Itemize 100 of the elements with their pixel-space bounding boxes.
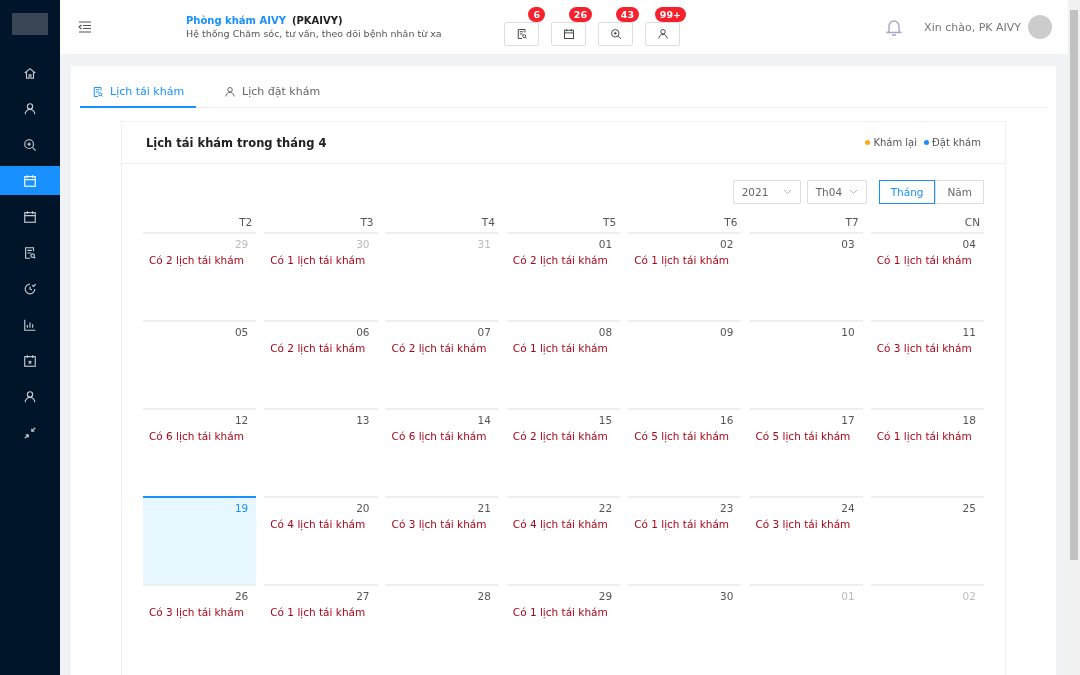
day-cell[interactable]: 08 Có 1 lịch tái khám [506,320,621,408]
appointment-count[interactable]: Có 1 lịch tái khám [270,606,370,618]
appointment-count[interactable]: Có 3 lịch tái khám [876,342,976,354]
clinic-name: Phòng khám AIVY [186,15,286,26]
day-number: 12 [234,414,249,426]
day-cell[interactable]: 29 Có 2 lịch tái khám [143,232,257,320]
day-cell[interactable]: 30 [628,584,742,672]
day-number: 13 [356,414,370,426]
zoom-in-icon [609,28,622,40]
tab[interactable]: Lịch đặt khám [212,80,333,108]
day-cell[interactable]: 24 Có 3 lịch tái khám [749,496,863,584]
weekday-label: CN [963,215,981,230]
appointment-count[interactable]: Có 1 lịch tái khám [634,254,734,266]
day-cell[interactable]: 05 [143,320,257,408]
day-cell[interactable]: 22 Có 4 lịch tái khám [506,496,621,584]
appointment-count[interactable]: Có 3 lịch tái khám [755,518,855,530]
chevron-down-icon [848,189,858,195]
day-cell[interactable]: 23 Có 1 lịch tái khám [628,496,742,584]
count-badge: 43 [615,7,639,22]
day-cell[interactable]: 18 Có 1 lịch tái khám [870,408,984,496]
day-cell[interactable]: 16 Có 5 lịch tái khám [628,408,742,496]
scrollbar-thumb[interactable] [1070,10,1078,560]
day-number: 10 [841,326,855,338]
legend-label: Khám lại [873,137,917,148]
user-icon [656,28,669,40]
day-cell[interactable]: 17 Có 5 lịch tái khám [749,408,863,496]
clinic-code: (PKAIVY) [291,15,343,26]
day-cell[interactable]: 02 Có 1 lịch tái khám [628,232,742,320]
day-cell[interactable]: 26 Có 3 lịch tái khám [143,584,257,672]
appointment-count[interactable]: Có 1 lịch tái khám [270,254,370,266]
appointment-count[interactable]: Có 6 lịch tái khám [391,430,491,442]
document-search-icon [23,245,37,260]
day-cell[interactable]: 21 Có 3 lịch tái khám [385,496,499,584]
day-cell[interactable]: 07 Có 2 lịch tái khám [385,320,499,408]
day-number: 03 [841,238,855,250]
user-icon [23,101,37,116]
day-number: 23 [720,502,734,514]
month-select[interactable]: Th04 [806,180,867,204]
appointment-count[interactable]: Có 2 lịch tái khám [149,254,249,266]
day-cell[interactable]: 29 Có 1 lịch tái khám [506,584,621,672]
weekday-label: T2 [238,215,254,230]
legend-label: Đặt khám [932,137,981,148]
day-cell[interactable]: 10 [749,320,863,408]
appointment-count[interactable]: Có 4 lịch tái khám [270,518,370,530]
day-cell[interactable]: 14 Có 6 lịch tái khám [385,408,499,496]
appointment-count[interactable]: Có 3 lịch tái khám [391,518,491,530]
bell-icon[interactable] [886,18,903,36]
appointment-count[interactable]: Có 1 lịch tái khám [512,606,613,618]
day-number: 30 [720,590,734,602]
day-number: 04 [962,238,976,250]
appointment-count[interactable]: Có 1 lịch tái khám [876,254,976,266]
appointment-count[interactable]: Có 6 lịch tái khám [149,430,249,442]
day-number: 14 [477,414,491,426]
day-cell[interactable]: 25 [870,496,984,584]
appointment-count[interactable]: Có 4 lịch tái khám [512,518,613,530]
appointment-count[interactable]: Có 2 lịch tái khám [512,430,613,442]
day-cell[interactable]: 13 [264,408,378,496]
day-cell[interactable]: 06 Có 2 lịch tái khám [264,320,378,408]
scrollbar[interactable] [1068,0,1080,675]
day-number: 18 [962,414,976,426]
appointment-count[interactable]: Có 2 lịch tái khám [270,342,370,354]
day-number: 22 [598,502,613,514]
day-cell[interactable]: 27 Có 1 lịch tái khám [264,584,378,672]
appointment-count[interactable]: Có 3 lịch tái khám [149,606,249,618]
calendar-icon [562,28,575,40]
day-number: 29 [234,238,249,250]
appointment-count[interactable]: Có 1 lịch tái khám [876,430,976,442]
day-cell[interactable]: 20 Có 4 lịch tái khám [264,496,378,584]
appointment-count[interactable]: Có 1 lịch tái khám [512,342,613,354]
weekday-label: T3 [359,215,375,230]
appointment-count[interactable]: Có 2 lịch tái khám [391,342,491,354]
day-number: 26 [234,590,249,602]
day-cell[interactable]: 03 [749,232,863,320]
day-cell[interactable]: 01 Có 2 lịch tái khám [506,232,621,320]
appointment-count[interactable]: Có 2 lịch tái khám [512,254,613,266]
shortcut-button[interactable] [504,22,539,46]
day-cell[interactable]: 04 Có 1 lịch tái khám [870,232,984,320]
day-cell[interactable]: 09 [628,320,742,408]
document-search-icon [92,85,104,98]
shortcut-button[interactable] [598,22,633,46]
view-toggle[interactable]: Năm [935,180,984,204]
day-number: 09 [720,326,734,338]
day-number: 16 [720,414,734,426]
calendar-x-icon [23,353,37,368]
logo-placeholder [12,13,48,35]
shortcut-button[interactable] [551,22,586,46]
day-cell[interactable]: 30 Có 1 lịch tái khám [264,232,378,320]
day-cell[interactable]: 28 [385,584,499,672]
bar-chart-icon [23,317,37,332]
day-number: 06 [356,326,370,338]
day-number: 20 [356,502,370,514]
day-cell[interactable]: 11 Có 3 lịch tái khám [870,320,984,408]
appointment-count[interactable]: Có 1 lịch tái khám [634,518,734,530]
count-badge: 99+ [654,7,686,22]
day-cell[interactable]: 15 Có 2 lịch tái khám [506,408,621,496]
appointment-count[interactable]: Có 5 lịch tái khám [634,430,734,442]
menu-icon[interactable] [78,21,92,33]
appointment-count[interactable]: Có 5 lịch tái khám [755,430,855,442]
day-number: 02 [962,590,976,602]
year-select[interactable]: 2021 [732,180,801,204]
